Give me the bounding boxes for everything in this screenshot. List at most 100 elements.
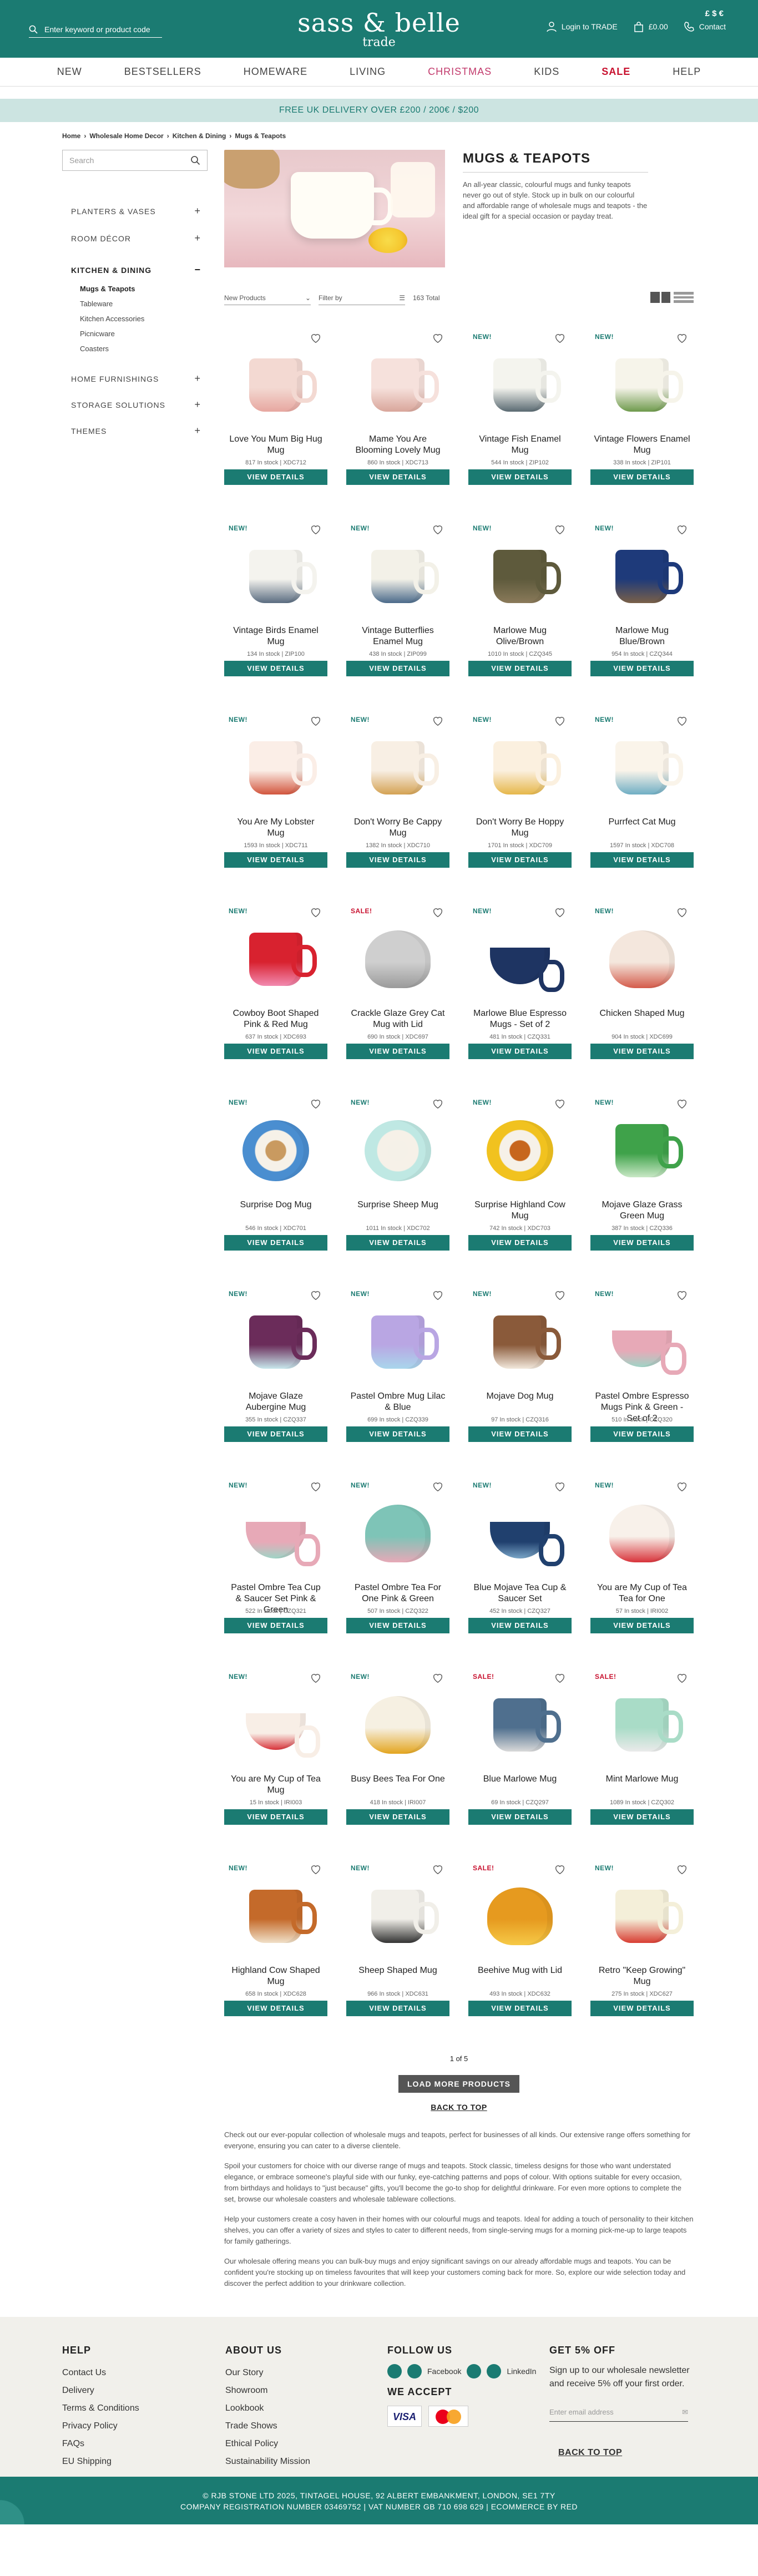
view-details-button[interactable]: VIEW DETAILS [590, 1809, 694, 1825]
wishlist-heart-icon[interactable] [432, 715, 444, 727]
product-name[interactable]: Blue Mojave Tea Cup & Saucer Set [468, 1582, 572, 1605]
wishlist-heart-icon[interactable] [310, 906, 322, 918]
product-card[interactable]: Love You Mum Big Hug Mug 817 In stock | X… [224, 328, 327, 520]
wishlist-heart-icon[interactable] [676, 523, 688, 535]
product-image[interactable] [224, 538, 327, 615]
product-name[interactable]: You are My Cup of Tea Mug [224, 1774, 327, 1796]
product-name[interactable]: Beehive Mug with Lid [468, 1965, 572, 1987]
search-icon[interactable] [190, 155, 200, 165]
view-details-button[interactable]: VIEW DETAILS [346, 852, 449, 868]
wishlist-heart-icon[interactable] [554, 1289, 566, 1301]
wishlist-heart-icon[interactable] [676, 1672, 688, 1684]
product-image[interactable] [468, 729, 572, 807]
product-image[interactable] [590, 538, 694, 615]
product-name[interactable]: You are My Cup of Tea Tea for One [590, 1582, 694, 1605]
basket-link[interactable]: £0.00 [633, 21, 668, 32]
sidebar-item-home-furnishings[interactable]: HOME FURNISHINGS + [71, 373, 201, 384]
product-name[interactable]: Mojave Dog Mug [468, 1391, 572, 1413]
newsletter-email-field[interactable]: Enter email address ✉ [549, 2403, 688, 2422]
sidebar-subitem[interactable]: Mugs & Teapots [80, 285, 208, 293]
product-card[interactable]: NEW! You are My Cup of Tea Tea for One 57 … [590, 1477, 694, 1668]
sidebar-item-planters-vases[interactable]: PLANTERS & VASES + [71, 205, 201, 217]
product-image[interactable] [346, 1112, 449, 1190]
view-details-button[interactable]: VIEW DETAILS [590, 469, 694, 485]
product-card[interactable]: NEW! Pastel Ombre Mug Lilac & Blue 699 In … [346, 1286, 449, 1477]
product-card[interactable]: SALE! Crackle Glaze Grey Cat Mug with Lid… [346, 903, 449, 1094]
product-name[interactable]: Marlowe Mug Olive/Brown [468, 625, 572, 647]
view-details-button[interactable]: VIEW DETAILS [346, 1044, 449, 1059]
product-image[interactable] [346, 346, 449, 424]
product-name[interactable]: Marlowe Blue Espresso Mugs - Set of 2 [468, 1008, 572, 1030]
view-details-button[interactable]: VIEW DETAILS [468, 2001, 572, 2016]
wishlist-heart-icon[interactable] [432, 1097, 444, 1110]
product-image[interactable] [346, 729, 449, 807]
product-image[interactable] [346, 1686, 449, 1764]
wishlist-heart-icon[interactable] [554, 715, 566, 727]
footer-back-to-top[interactable]: BACK TO TOP [558, 2444, 699, 2462]
product-card[interactable]: NEW! You Are My Lobster Mug 1593 In stock … [224, 711, 327, 903]
view-details-button[interactable]: VIEW DETAILS [468, 1809, 572, 1825]
view-details-button[interactable]: VIEW DETAILS [590, 2001, 694, 2016]
product-card[interactable]: NEW! Pastel Ombre Tea For One Pink & Gree… [346, 1477, 449, 1668]
product-name[interactable]: Retro "Keep Growing" Mug [590, 1965, 694, 1987]
wishlist-heart-icon[interactable] [554, 906, 566, 918]
wishlist-heart-icon[interactable] [676, 1097, 688, 1110]
breadcrumb-item[interactable]: Home [62, 132, 80, 140]
product-name[interactable]: Sheep Shaped Mug [346, 1965, 449, 1987]
footer-link[interactable]: Privacy Policy [62, 2417, 139, 2435]
view-details-button[interactable]: VIEW DETAILS [224, 852, 327, 868]
product-name[interactable]: You Are My Lobster Mug [224, 817, 327, 839]
product-name[interactable]: Surprise Highland Cow Mug [468, 1200, 572, 1222]
footer-link[interactable]: Terms & Conditions [62, 2400, 139, 2417]
breadcrumb-item[interactable]: Mugs & Teapots [235, 132, 286, 140]
product-name[interactable]: Mint Marlowe Mug [590, 1774, 694, 1796]
product-image[interactable] [590, 1686, 694, 1764]
list-view-icon[interactable] [674, 292, 694, 303]
view-details-button[interactable]: VIEW DETAILS [468, 1618, 572, 1633]
product-name[interactable]: Pastel Ombre Mug Lilac & Blue [346, 1391, 449, 1413]
product-card[interactable]: NEW! Sheep Shaped Mug 966 In stock | XDC63… [346, 1860, 449, 2051]
view-details-button[interactable]: VIEW DETAILS [224, 469, 327, 485]
view-details-button[interactable]: VIEW DETAILS [346, 1618, 449, 1633]
wishlist-heart-icon[interactable] [432, 906, 444, 918]
instagram-icon[interactable] [387, 2364, 402, 2378]
site-logo[interactable]: sass & belle trade [297, 10, 461, 49]
contact-link[interactable]: Contact [684, 21, 726, 32]
linkedin-label[interactable]: LinkedIn [507, 2367, 536, 2376]
wishlist-heart-icon[interactable] [554, 1863, 566, 1875]
plus-icon[interactable]: + [194, 205, 201, 217]
view-details-button[interactable]: VIEW DETAILS [468, 852, 572, 868]
product-name[interactable]: Surprise Sheep Mug [346, 1200, 449, 1222]
product-card[interactable]: NEW! Blue Mojave Tea Cup & Saucer Set 452 … [468, 1477, 572, 1668]
sidebar-subitem[interactable]: Tableware [80, 300, 208, 308]
product-name[interactable]: Vintage Butterflies Enamel Mug [346, 625, 449, 647]
view-details-button[interactable]: VIEW DETAILS [224, 661, 327, 676]
product-name[interactable]: Love You Mum Big Hug Mug [224, 434, 327, 456]
product-card[interactable]: NEW! Vintage Birds Enamel Mug 134 In stock… [224, 520, 327, 711]
product-name[interactable]: Blue Marlowe Mug [468, 1774, 572, 1796]
wishlist-heart-icon[interactable] [310, 1289, 322, 1301]
email-placeholder[interactable]: Enter email address [549, 2408, 614, 2416]
header-search-placeholder[interactable]: Enter keyword or product code [44, 25, 150, 34]
product-image[interactable] [346, 1303, 449, 1381]
product-image[interactable] [590, 1112, 694, 1190]
product-image[interactable] [224, 1877, 327, 1955]
footer-link[interactable]: Contact Us [62, 2364, 139, 2382]
view-details-button[interactable]: VIEW DETAILS [468, 1044, 572, 1059]
product-name[interactable]: Cowboy Boot Shaped Pink & Red Mug [224, 1008, 327, 1030]
wishlist-heart-icon[interactable] [310, 1480, 322, 1492]
sidebar-search-input[interactable]: Search [62, 150, 208, 171]
view-details-button[interactable]: VIEW DETAILS [346, 1235, 449, 1251]
login-link[interactable]: Login to TRADE [546, 21, 618, 32]
product-image[interactable] [224, 1112, 327, 1190]
plus-icon[interactable]: + [194, 425, 201, 437]
footer-link[interactable]: Sustainability Mission [225, 2453, 310, 2471]
product-image[interactable] [224, 1495, 327, 1572]
header-search[interactable]: Enter keyword or product code [29, 21, 162, 38]
wishlist-heart-icon[interactable] [554, 332, 566, 344]
product-image[interactable] [346, 920, 449, 998]
product-card[interactable]: NEW! Don't Worry Be Cappy Mug 1382 In stoc… [346, 711, 449, 903]
nav-item-help[interactable]: HELP [651, 66, 722, 78]
view-details-button[interactable]: VIEW DETAILS [346, 469, 449, 485]
grid-view-icon[interactable] [650, 292, 670, 303]
